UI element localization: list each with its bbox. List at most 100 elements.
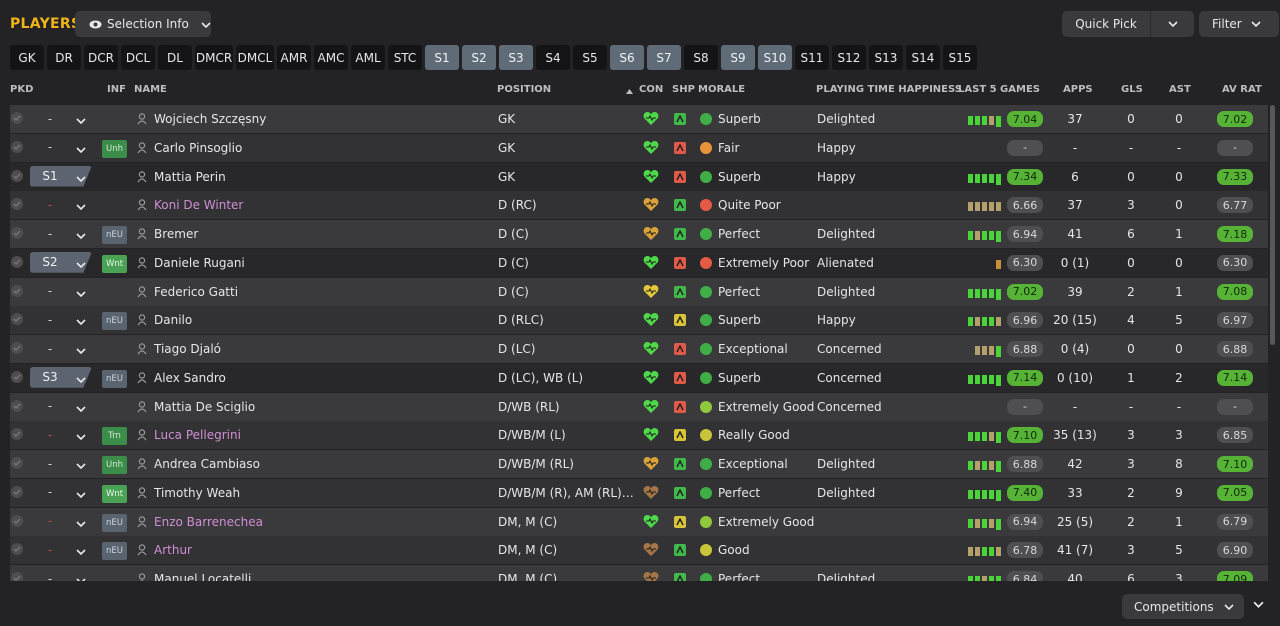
tab-gk[interactable]: GK	[10, 45, 44, 70]
tab-aml[interactable]: AML	[351, 45, 385, 70]
tab-s10[interactable]: S10	[758, 45, 792, 70]
pick-check-icon[interactable]	[11, 428, 23, 441]
info-badge[interactable]: Unh	[102, 456, 127, 474]
col-position[interactable]: POSITION	[497, 84, 551, 95]
selection-dropdown[interactable]: -	[30, 281, 92, 302]
player-name[interactable]: Manuel Locatelli	[154, 572, 251, 581]
selection-dropdown[interactable]: -	[30, 309, 92, 330]
tab-dcr[interactable]: DCR	[84, 45, 118, 70]
tab-dl[interactable]: DL	[158, 45, 192, 70]
tab-amc[interactable]: AMC	[314, 45, 348, 70]
tab-s8[interactable]: S8	[684, 45, 718, 70]
table-row[interactable]: - Koni De Winter D (RC) Quite Poor 6.66 37 3 0 6…	[10, 191, 1268, 220]
filter-button[interactable]: Filter	[1199, 11, 1279, 37]
col-pkd[interactable]: PKD	[10, 84, 33, 95]
table-row[interactable]: - nEU Enzo Barrenechea DM, M (C) Extremely G…	[10, 507, 1268, 536]
col-gls[interactable]: GLS	[1121, 84, 1143, 95]
player-name[interactable]: Federico Gatti	[154, 285, 238, 299]
selection-dropdown[interactable]: S3	[30, 366, 92, 388]
table-row[interactable]: - Wojciech Szczęsny GK Superb Delighted 7.04 3…	[10, 105, 1268, 133]
col-name[interactable]: NAME	[134, 84, 167, 95]
info-badge[interactable]: nEU	[102, 542, 127, 561]
tab-s2[interactable]: S2	[462, 45, 496, 70]
player-name[interactable]: Danilo	[154, 313, 192, 327]
tab-s11[interactable]: S11	[795, 45, 829, 70]
selection-dropdown[interactable]: S1	[30, 165, 92, 187]
tab-dcl[interactable]: DCL	[121, 45, 155, 70]
selection-dropdown[interactable]: -	[30, 338, 92, 359]
player-name[interactable]: Alex Sandro	[154, 371, 226, 385]
table-row[interactable]: - Wnt Timothy Weah D/WB/M (R), AM (RL),... P…	[10, 478, 1268, 507]
tab-s12[interactable]: S12	[832, 45, 866, 70]
table-row[interactable]: - Unh Andrea Cambiaso D/WB/M (RL) Exceptiona…	[10, 450, 1268, 478]
selection-dropdown[interactable]: -	[30, 482, 92, 503]
player-name[interactable]: Daniele Rugani	[154, 256, 245, 270]
quick-pick-dropdown[interactable]	[1151, 11, 1194, 37]
selection-dropdown[interactable]: -	[30, 511, 92, 532]
player-name[interactable]: Bremer	[154, 227, 198, 241]
tab-dmcr[interactable]: DMCR	[195, 45, 233, 70]
selection-dropdown[interactable]: -	[30, 539, 92, 560]
pick-check-icon[interactable]	[11, 169, 23, 182]
player-name[interactable]: Koni De Winter	[154, 198, 243, 212]
col-ast[interactable]: AST	[1169, 84, 1191, 95]
quick-pick-label[interactable]: Quick Pick	[1062, 11, 1151, 37]
col-avrat[interactable]: AV RAT	[1222, 84, 1262, 95]
tab-s5[interactable]: S5	[573, 45, 607, 70]
tab-dr[interactable]: DR	[47, 45, 81, 70]
table-row[interactable]: - Unh Carlo Pinsoglio GK Fair Happy - - - - -	[10, 133, 1268, 162]
player-name[interactable]: Tiago Djaló	[154, 342, 221, 356]
table-row[interactable]: - nEU Arthur DM, M (C) Good 6.78 41 (7) 3 5 6.90	[10, 536, 1268, 565]
table-row[interactable]: S3 nEU Alex Sandro D (LC), WB (L) Superb Conc…	[10, 363, 1268, 392]
tab-s6[interactable]: S6	[610, 45, 644, 70]
info-badge[interactable]: nEU	[102, 226, 127, 244]
tab-s7[interactable]: S7	[647, 45, 681, 70]
player-name[interactable]: Mattia De Sciglio	[154, 400, 255, 414]
pick-check-icon[interactable]	[11, 342, 23, 354]
pick-check-icon[interactable]	[11, 313, 23, 326]
table-row[interactable]: S2 Wnt Daniele Rugani D (C) Extremely Poor Al…	[10, 248, 1268, 277]
col-inf[interactable]: INF	[107, 84, 126, 95]
tab-s4[interactable]: S4	[536, 45, 570, 70]
table-row[interactable]: - Trn Luca Pellegrini D/WB/M (L) Really Good…	[10, 421, 1268, 450]
tab-s14[interactable]: S14	[906, 45, 940, 70]
tab-dmcl[interactable]: DMCL	[236, 45, 274, 70]
player-name[interactable]: Luca Pellegrini	[154, 428, 241, 442]
player-name[interactable]: Arthur	[154, 543, 192, 557]
table-row[interactable]: - Manuel Locatelli DM, M (C) Perfect Delight…	[10, 565, 1268, 581]
selection-dropdown[interactable]: -	[30, 424, 92, 445]
player-name[interactable]: Enzo Barrenechea	[154, 515, 263, 529]
selection-dropdown[interactable]: -	[30, 223, 92, 244]
info-badge[interactable]: nEU	[102, 312, 127, 331]
pick-check-icon[interactable]	[11, 399, 23, 412]
selection-dropdown[interactable]: -	[30, 568, 92, 581]
col-last5[interactable]: LAST 5 GAMES	[958, 84, 1040, 95]
info-badge[interactable]: nEU	[102, 369, 127, 388]
col-morale[interactable]: MORALE	[698, 84, 745, 95]
tab-s15[interactable]: S15	[943, 45, 977, 70]
pick-check-icon[interactable]	[11, 572, 23, 581]
pick-check-icon[interactable]	[11, 543, 23, 556]
selection-dropdown[interactable]: S2	[30, 251, 92, 273]
player-name[interactable]: Timothy Weah	[154, 486, 240, 500]
table-row[interactable]: - nEU Bremer D (C) Perfect Delighted 6.94 41 6 1 7…	[10, 220, 1268, 248]
selection-dropdown[interactable]: -	[30, 108, 92, 129]
info-badge[interactable]: Unh	[102, 139, 127, 158]
col-con[interactable]: CON	[639, 84, 663, 95]
tab-amr[interactable]: AMR	[277, 45, 311, 70]
pick-check-icon[interactable]	[11, 485, 23, 498]
col-apps[interactable]: APPS	[1063, 84, 1093, 95]
tab-stc[interactable]: STC	[388, 45, 422, 70]
scrollbar[interactable]	[1270, 105, 1275, 345]
pick-check-icon[interactable]	[11, 140, 23, 153]
pick-check-icon[interactable]	[11, 227, 23, 239]
pick-check-icon[interactable]	[11, 514, 23, 527]
col-shp[interactable]: SHP	[672, 84, 695, 95]
selection-dropdown[interactable]: -	[30, 396, 92, 417]
selection-dropdown[interactable]: -	[30, 137, 92, 158]
selection-info-button[interactable]: Selection Info	[75, 11, 211, 37]
player-name[interactable]: Mattia Perin	[154, 170, 226, 184]
tab-s3[interactable]: S3	[499, 45, 533, 70]
table-row[interactable]: - Mattia De Sciglio D/WB (RL) Extremely Goo…	[10, 392, 1268, 421]
pick-check-icon[interactable]	[11, 370, 23, 383]
